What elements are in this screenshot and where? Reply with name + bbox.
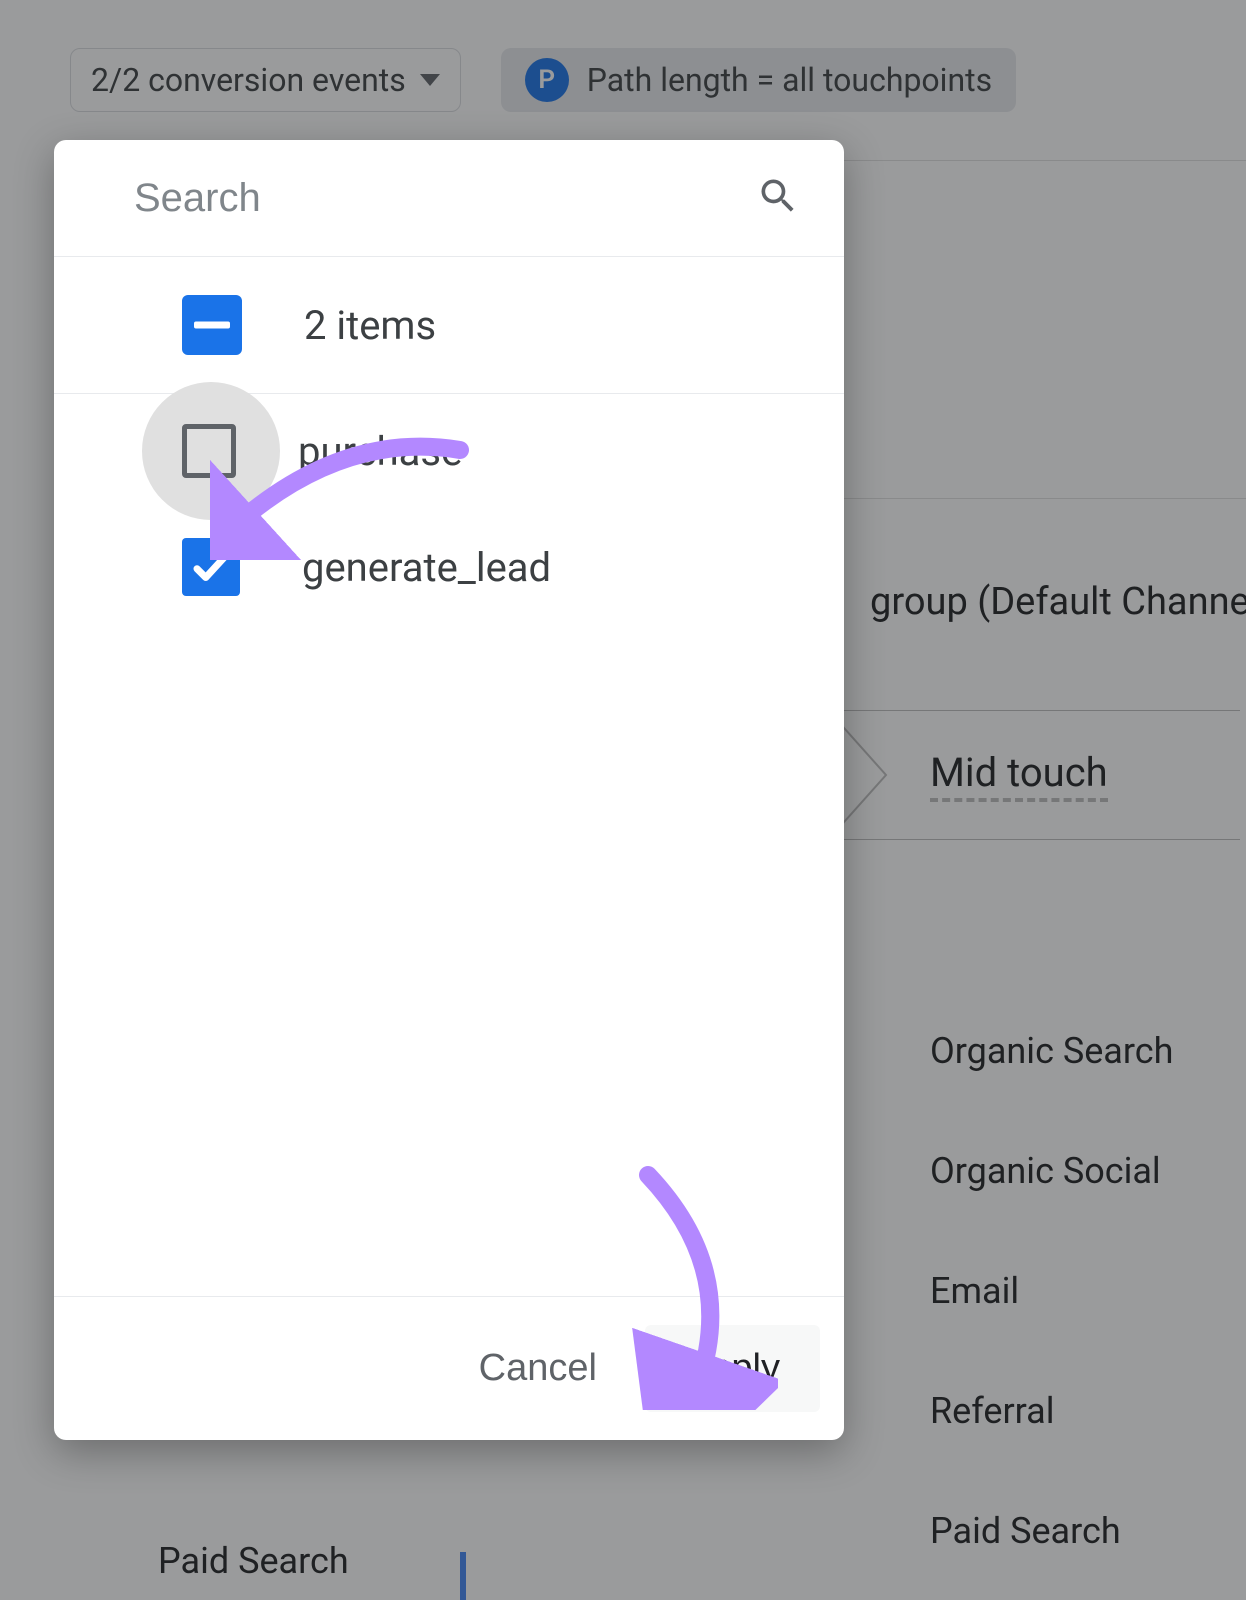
select-all-row[interactable]: 2 items	[54, 257, 844, 394]
cancel-button[interactable]: Cancel	[439, 1325, 637, 1412]
conversion-events-popover: 2 items purchase generate_lead Cancel Ap…	[54, 140, 844, 1440]
event-row-purchase[interactable]: purchase	[54, 394, 844, 508]
checkbox-checked-icon[interactable]	[182, 538, 240, 596]
checkbox-unchecked-icon[interactable]	[182, 424, 236, 478]
search-icon[interactable]	[756, 174, 800, 222]
indeterminate-checkbox-icon[interactable]	[182, 295, 242, 355]
search-row	[54, 140, 844, 257]
search-input[interactable]	[134, 176, 756, 221]
summary-label: 2 items	[304, 302, 436, 349]
event-row-generate-lead[interactable]: generate_lead	[54, 508, 844, 626]
popover-footer: Cancel Apply	[54, 1296, 844, 1440]
event-list: purchase generate_lead	[54, 394, 844, 1296]
event-label: generate_lead	[302, 544, 551, 591]
apply-button[interactable]: Apply	[645, 1325, 820, 1412]
event-label: purchase	[298, 428, 462, 475]
